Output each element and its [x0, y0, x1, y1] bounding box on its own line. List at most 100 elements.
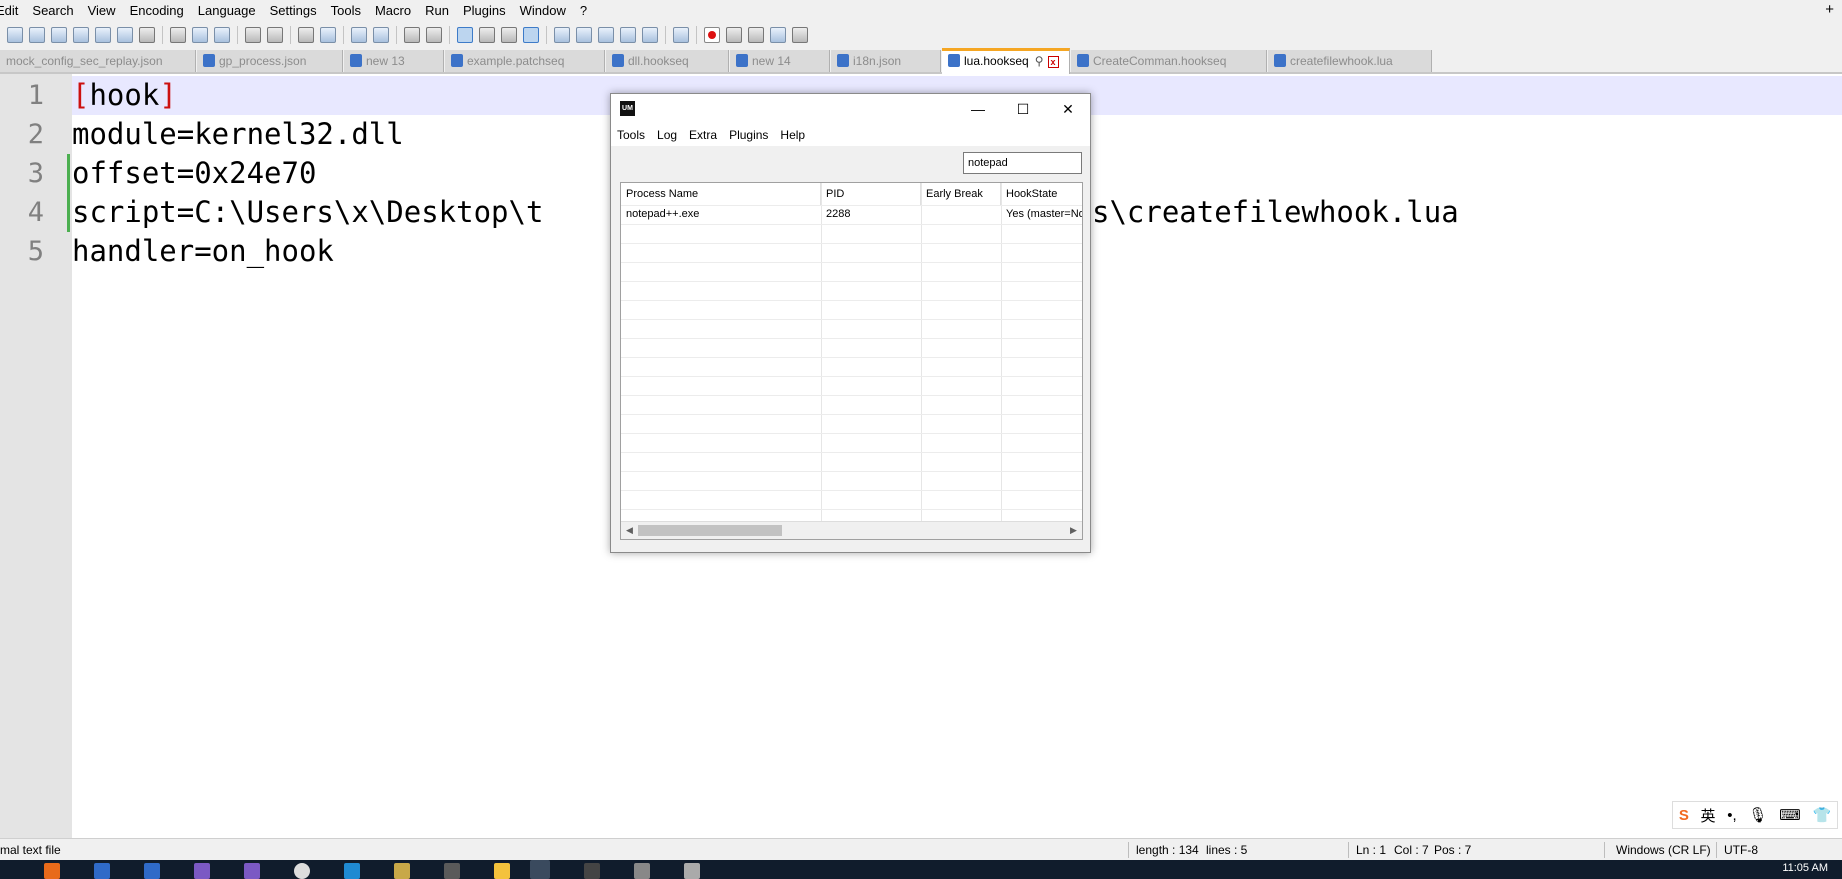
- tab-createcomman-hookseq[interactable]: CreateComman.hookseq: [1071, 50, 1267, 72]
- status-encoding[interactable]: UTF-8: [1724, 839, 1758, 861]
- sogou-icon[interactable]: S: [1679, 807, 1689, 824]
- close-button[interactable]: ✕: [1046, 94, 1090, 124]
- menu-language[interactable]: Language: [191, 0, 263, 22]
- taskbar-app-icon[interactable]: [444, 863, 460, 879]
- status-eol[interactable]: Windows (CR LF): [1616, 839, 1711, 861]
- record-macro-icon[interactable]: [704, 27, 720, 43]
- taskbar-app-icon[interactable]: [684, 863, 700, 879]
- document-map-icon[interactable]: [576, 27, 592, 43]
- visual-studio-icon[interactable]: [244, 863, 260, 879]
- scrollbar-thumb[interactable]: [638, 525, 782, 536]
- horizontal-scrollbar[interactable]: ◀ ▶: [621, 521, 1082, 539]
- dialog-menu-extra[interactable]: Extra: [683, 124, 723, 146]
- print-icon[interactable]: [139, 27, 155, 43]
- tab-new-13[interactable]: new 13: [344, 50, 444, 72]
- menu-settings[interactable]: Settings: [263, 0, 324, 22]
- close-tab-icon[interactable]: x: [1047, 56, 1059, 68]
- run-macro-multiple-icon[interactable]: [770, 27, 786, 43]
- taskbar-app-icon[interactable]: [394, 863, 410, 879]
- redo-icon[interactable]: [267, 27, 283, 43]
- minimize-button[interactable]: —: [956, 94, 1000, 124]
- menu-plugins[interactable]: Plugins: [456, 0, 513, 22]
- taskbar-app-icon[interactable]: [634, 863, 650, 879]
- tab-dll-hookseq[interactable]: dll.hookseq: [606, 50, 729, 72]
- close-icon[interactable]: [95, 27, 111, 43]
- folder-workspace-icon[interactable]: [620, 27, 636, 43]
- dialog-menu-log[interactable]: Log: [651, 124, 683, 146]
- column-header-process-name[interactable]: Process Name: [621, 183, 821, 205]
- undo-icon[interactable]: [245, 27, 261, 43]
- word-wrap-icon[interactable]: [457, 27, 473, 43]
- dialog-menu-help[interactable]: Help: [774, 124, 811, 146]
- maximize-button[interactable]: ☐: [1001, 94, 1045, 124]
- sync-vertical-icon[interactable]: [404, 27, 420, 43]
- dialog-menu-tools[interactable]: Tools: [611, 124, 651, 146]
- table-row[interactable]: notepad++.exe 2288 Yes (master=No: [621, 205, 1082, 224]
- taskbar-app-icon[interactable]: [44, 863, 60, 879]
- scroll-right-arrow-icon[interactable]: ▶: [1065, 522, 1082, 539]
- ime-language-toggle[interactable]: 英: [1701, 805, 1716, 826]
- terminal-icon[interactable]: [584, 863, 600, 879]
- column-header-pid[interactable]: PID: [821, 183, 921, 205]
- tab-i18n[interactable]: i18n.json: [831, 50, 941, 72]
- taskbar-clock[interactable]: 11:05 AM: [1782, 862, 1828, 874]
- column-header-early-break[interactable]: Early Break: [921, 183, 1001, 205]
- chevron-down-icon[interactable]: [501, 27, 517, 43]
- save-macro-icon[interactable]: [792, 27, 808, 43]
- new-window-plus[interactable]: +: [1825, 1, 1834, 18]
- taskbar-app-icon[interactable]: [94, 863, 110, 879]
- zoom-out-icon[interactable]: [373, 27, 389, 43]
- open-file-icon[interactable]: [29, 27, 45, 43]
- menu-help[interactable]: ?: [573, 0, 594, 22]
- taskbar-active-app[interactable]: [530, 860, 550, 879]
- dialog-title-bar[interactable]: UM — ☐ ✕: [611, 94, 1090, 124]
- define-language-icon[interactable]: [554, 27, 570, 43]
- find-icon[interactable]: [298, 27, 314, 43]
- indent-guide-icon[interactable]: [523, 27, 539, 43]
- menu-edit[interactable]: Edit: [0, 0, 25, 22]
- tab-gp-process[interactable]: gp_process.json: [197, 50, 343, 72]
- menu-search[interactable]: Search: [25, 0, 80, 22]
- save-icon[interactable]: [51, 27, 67, 43]
- paste-icon[interactable]: [214, 27, 230, 43]
- tab-new-14[interactable]: new 14: [730, 50, 830, 72]
- replace-icon[interactable]: [320, 27, 336, 43]
- stop-macro-icon[interactable]: [726, 27, 742, 43]
- function-list-icon[interactable]: [598, 27, 614, 43]
- zoom-in-icon[interactable]: [351, 27, 367, 43]
- copy-icon[interactable]: [192, 27, 208, 43]
- vscode-icon[interactable]: [344, 863, 360, 879]
- tab-mock-config-sec-replay[interactable]: mock_config_sec_replay.json: [0, 50, 196, 72]
- tab-example-patchseq[interactable]: example.patchseq: [445, 50, 605, 72]
- menu-encoding[interactable]: Encoding: [123, 0, 191, 22]
- scroll-left-arrow-icon[interactable]: ◀: [621, 522, 638, 539]
- sync-horizontal-icon[interactable]: [426, 27, 442, 43]
- line-number-gutter[interactable]: 1 2 3 4 5: [0, 74, 72, 838]
- microphone-icon[interactable]: 🎙: [1748, 806, 1767, 824]
- keyboard-icon[interactable]: ⌨: [1779, 806, 1801, 824]
- menu-view[interactable]: View: [81, 0, 123, 22]
- tab-lua-hookseq[interactable]: lua.hookseq ⚲ x: [942, 48, 1070, 74]
- dialog-menu-plugins[interactable]: Plugins: [723, 124, 774, 146]
- menu-window[interactable]: Window: [513, 0, 573, 22]
- cut-icon[interactable]: [170, 27, 186, 43]
- taskbar-app-icon[interactable]: [294, 863, 310, 879]
- monitoring-eye-icon[interactable]: [673, 27, 689, 43]
- visual-studio-icon[interactable]: [194, 863, 210, 879]
- pin-icon[interactable]: ⚲: [1035, 54, 1044, 68]
- file-explorer-icon[interactable]: [494, 863, 510, 879]
- play-macro-icon[interactable]: [748, 27, 764, 43]
- column-header-hook-state[interactable]: HookState: [1001, 183, 1082, 205]
- process-search-input[interactable]: [963, 152, 1082, 174]
- menu-run[interactable]: Run: [418, 0, 456, 22]
- process-table[interactable]: Process Name PID Early Break HookState n…: [620, 182, 1083, 540]
- taskbar-app-icon[interactable]: [144, 863, 160, 879]
- new-file-icon[interactable]: [7, 27, 23, 43]
- save-all-icon[interactable]: [73, 27, 89, 43]
- tab-createfilewhook-lua[interactable]: createfilewhook.lua: [1268, 50, 1432, 72]
- menu-tools[interactable]: Tools: [324, 0, 368, 22]
- close-all-icon[interactable]: [117, 27, 133, 43]
- menu-macro[interactable]: Macro: [368, 0, 418, 22]
- punctuation-icon[interactable]: •,: [1727, 807, 1736, 824]
- show-all-chars-icon[interactable]: [479, 27, 495, 43]
